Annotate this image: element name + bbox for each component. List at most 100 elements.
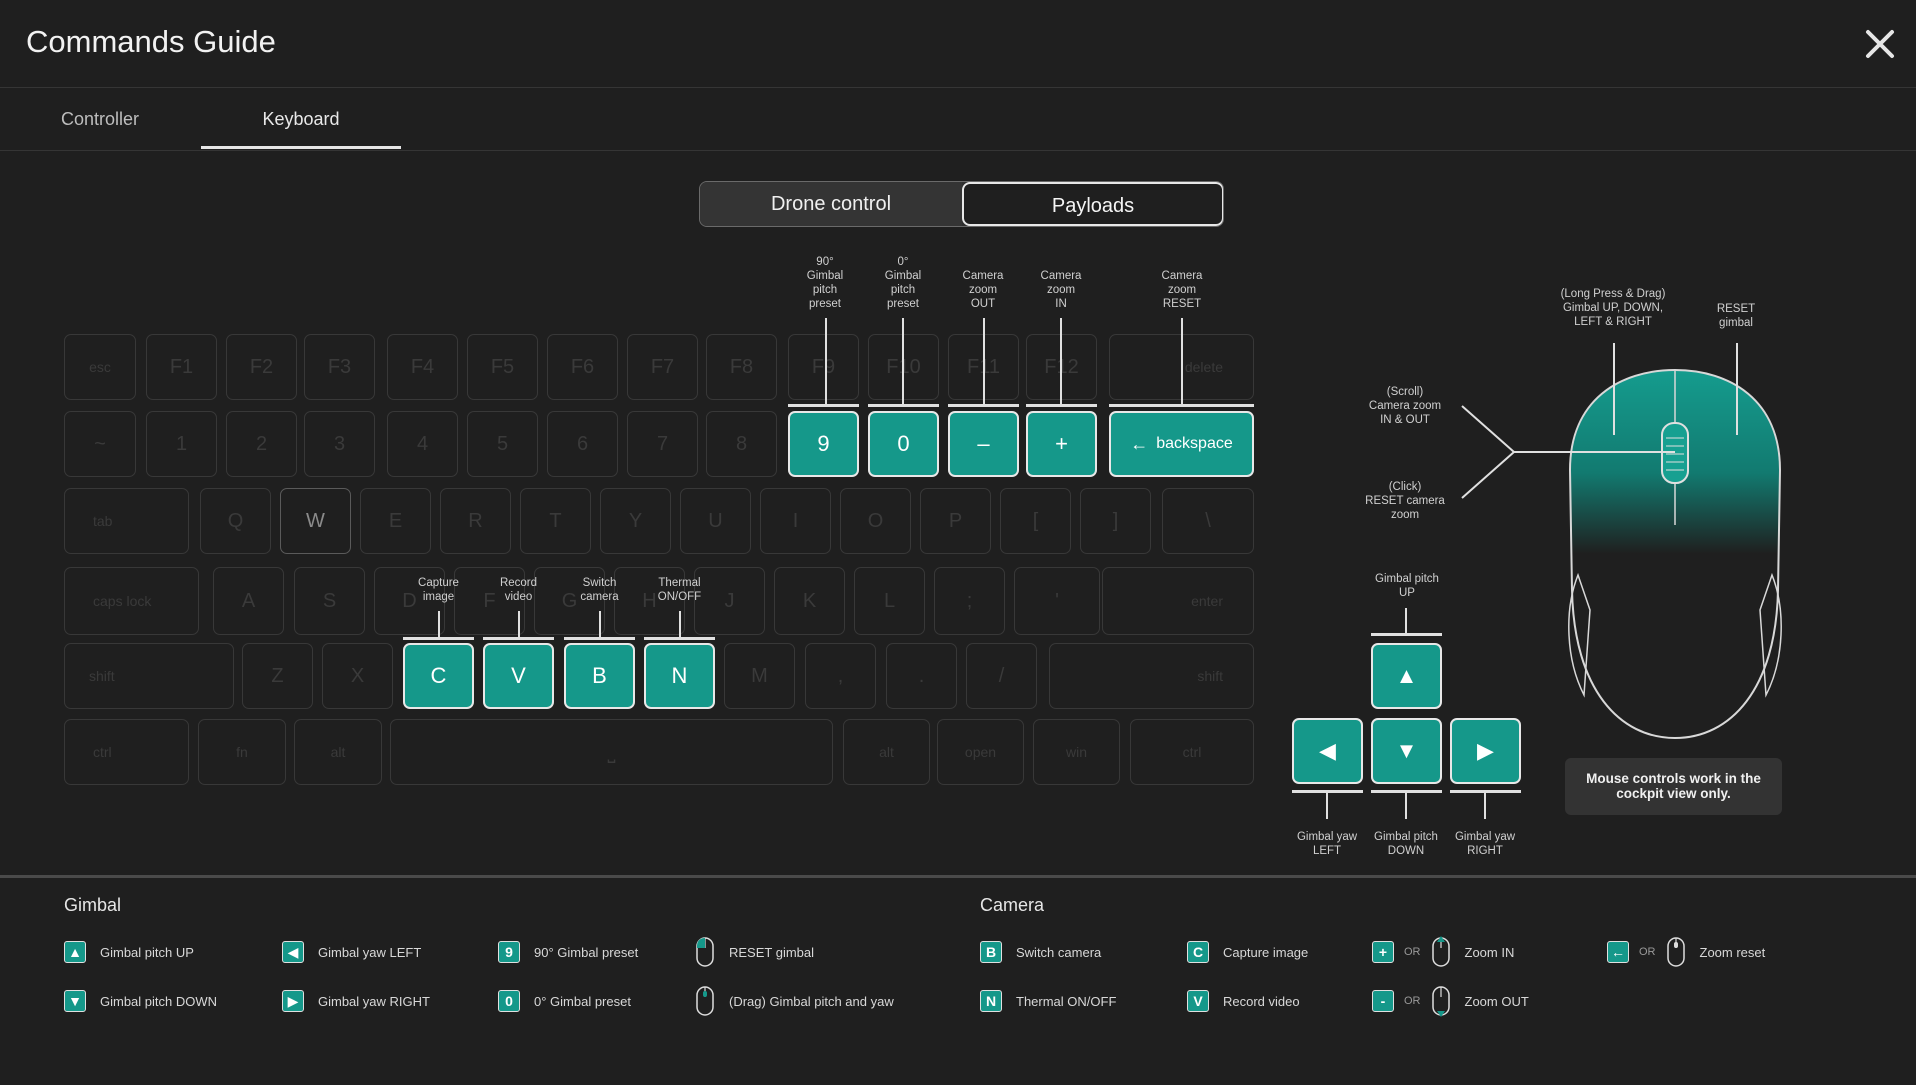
label-key-v: Record video	[499, 577, 538, 603]
label-key-minus: Camera zoom OUT	[962, 270, 1004, 310]
legend-label: (Drag) Gimbal pitch and yaw	[729, 993, 894, 1009]
key-backspace: ← backspace	[1109, 411, 1254, 477]
callout-line	[1326, 793, 1328, 819]
tab-keyboard[interactable]: Keyboard	[201, 89, 401, 149]
divider	[0, 875, 1916, 878]
key-backspace-icon: ←	[1607, 941, 1629, 963]
callout-line	[438, 611, 440, 637]
legend-label: Gimbal pitch DOWN	[100, 993, 218, 1009]
legend-label: Capture image	[1223, 944, 1309, 960]
key-u: U	[680, 488, 751, 554]
key-comma: ,	[805, 643, 876, 709]
arrow-up-icon: ▲	[64, 941, 86, 963]
key-b: B	[564, 643, 635, 709]
callout-line	[902, 318, 904, 404]
label-key-n: Thermal ON/OFF	[657, 577, 702, 603]
key-b-icon: B	[980, 941, 1002, 963]
legend-item: RESET gimbal	[695, 937, 814, 967]
arrow-right-icon: ▶	[282, 990, 304, 1012]
page-title: Commands Guide	[26, 24, 276, 59]
segment-drone-control[interactable]: Drone control	[700, 182, 962, 226]
label-gimbal-pitch-down: Gimbal pitch DOWN	[1374, 831, 1438, 857]
key-l: L	[854, 567, 925, 635]
arrow-left-icon: ◀	[282, 941, 304, 963]
key-esc: esc	[64, 334, 136, 400]
close-icon[interactable]	[1862, 26, 1898, 62]
key-n: N	[644, 643, 715, 709]
callout-line	[679, 611, 681, 637]
legend-item: - OR Zoom OUT	[1372, 986, 1529, 1017]
mouse-icon	[696, 937, 714, 967]
key-semicolon: ;	[934, 567, 1005, 635]
mode-segmented-control: Drone control Payloads	[699, 181, 1224, 227]
key-open: open	[937, 719, 1024, 785]
label-key-b: Switch camera	[580, 577, 619, 603]
tab-controller[interactable]: Controller	[40, 89, 160, 149]
arrow-right-icon: ▶	[1477, 738, 1494, 763]
key-6: 6	[547, 411, 618, 477]
callout-bracket	[868, 404, 939, 407]
key-backspace-label: backspace	[1156, 435, 1233, 452]
tab-bar: Controller Keyboard	[0, 89, 1916, 151]
label-key-9: 90° Gimbal pitch preset	[806, 256, 844, 310]
legend-item: 9 90° Gimbal preset	[498, 940, 638, 964]
legend-item: ▼ Gimbal pitch DOWN	[64, 989, 217, 1013]
arrow-down-icon: ▼	[64, 990, 86, 1012]
key-5: 5	[467, 411, 538, 477]
legend-label: Zoom reset	[1699, 944, 1766, 960]
legend-item: (Drag) Gimbal pitch and yaw	[695, 986, 894, 1016]
mouse-scroll-up-icon	[1431, 936, 1450, 967]
key-arrow-right: ▶	[1450, 718, 1521, 784]
key-plus-icon: +	[1372, 941, 1394, 963]
key-m: M	[724, 643, 795, 709]
label-mouse-click: (Click) RESET camera zoom	[1365, 481, 1445, 521]
legend-item: ▲ Gimbal pitch UP	[64, 940, 194, 964]
key-7: 7	[627, 411, 698, 477]
key-f1: F1	[146, 334, 217, 400]
key-f6: F6	[547, 334, 618, 400]
callout-bracket	[788, 404, 859, 407]
key-w: W	[280, 488, 351, 554]
key-alt: alt	[294, 719, 382, 785]
key-fn: fn	[198, 719, 286, 785]
key-9-icon: 9	[498, 941, 520, 963]
arrow-left-icon: ←	[1130, 433, 1149, 454]
mouse-click-icon	[1666, 937, 1685, 967]
key-4: 4	[387, 411, 458, 477]
key-q: Q	[200, 488, 271, 554]
key-arrow-down: ▼	[1371, 718, 1442, 784]
legend-item: ← OR Zoom reset	[1607, 937, 1766, 967]
segment-payloads[interactable]: Payloads	[962, 182, 1223, 226]
key-0-icon: 0	[498, 990, 520, 1012]
legend-label: Zoom OUT	[1464, 993, 1529, 1009]
legend-item: ◀ Gimbal yaw LEFT	[282, 940, 421, 964]
key-tab: tab	[64, 488, 189, 554]
key-k: K	[774, 567, 845, 635]
legend-gimbal-title: Gimbal	[64, 895, 122, 915]
legend-label: Thermal ON/OFF	[1016, 993, 1117, 1009]
label-key-0: 0° Gimbal pitch preset	[884, 256, 922, 310]
callout-bracket	[644, 637, 715, 640]
callout-bracket	[948, 404, 1019, 407]
callout-line	[1181, 318, 1183, 404]
mouse-icon	[696, 986, 714, 1016]
callout-line	[518, 611, 520, 637]
legend-item: B Switch camera	[980, 940, 1101, 964]
key-quote: '	[1014, 567, 1100, 635]
key-period: .	[886, 643, 957, 709]
callout-line	[599, 611, 601, 637]
callout-line	[1060, 318, 1062, 404]
key-c: C	[403, 643, 474, 709]
legend-label: Gimbal yaw RIGHT	[318, 993, 430, 1009]
or-separator: OR	[1639, 946, 1656, 958]
key-i: I	[760, 488, 831, 554]
label-mouse-drag: (Long Press & Drag) Gimbal UP, DOWN, LEF…	[1560, 288, 1666, 328]
or-separator: OR	[1404, 946, 1421, 958]
key-left-bracket: [	[1000, 488, 1071, 554]
legend-camera-title: Camera	[980, 895, 1045, 915]
key-right-alt: alt	[843, 719, 930, 785]
key-z: Z	[242, 643, 313, 709]
key-0: 0	[868, 411, 939, 477]
arrow-down-icon: ▼	[1395, 738, 1418, 763]
key-2: 2	[226, 411, 297, 477]
